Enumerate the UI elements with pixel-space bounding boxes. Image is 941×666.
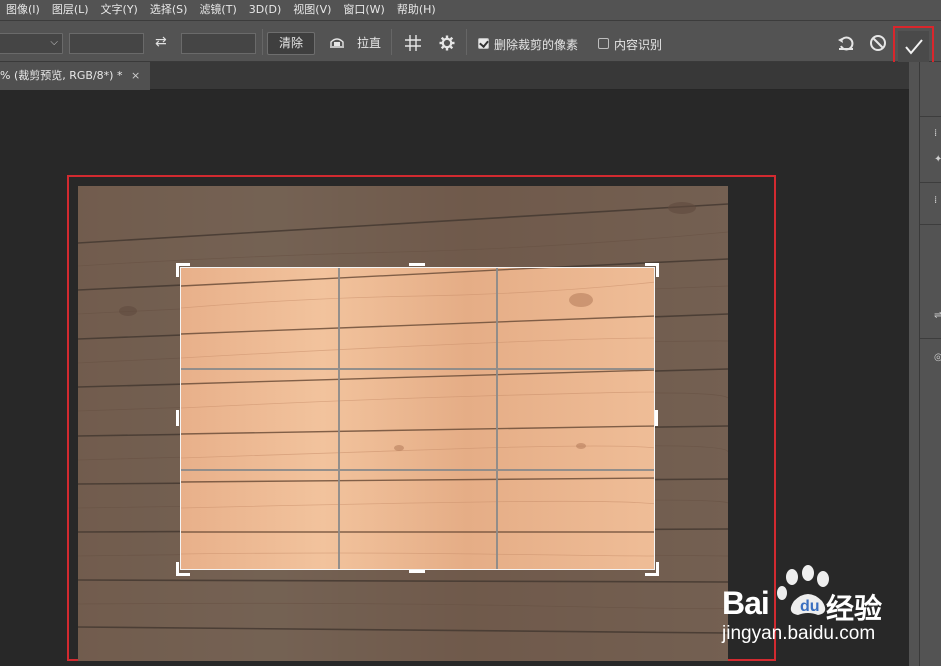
menu-help[interactable]: 帮助(H) [391, 0, 442, 20]
swap-dimensions-icon[interactable]: ⇄ [155, 34, 167, 50]
height-input[interactable] [181, 33, 256, 54]
crop-handle-bottom-right[interactable] [645, 562, 659, 576]
watermark-brand-right: 经验 [826, 592, 883, 625]
crop-preview-image [181, 268, 654, 569]
menu-select[interactable]: 选择(S) [144, 0, 194, 20]
menu-image[interactable]: 图像(I) [0, 0, 46, 20]
content-aware-label[interactable]: 内容识别 [614, 36, 662, 53]
commit-crop-button[interactable] [898, 31, 929, 62]
crop-handle-left[interactable] [176, 410, 179, 426]
menu-type[interactable]: 文字(Y) [95, 0, 144, 20]
width-input[interactable] [69, 33, 144, 54]
checkmark-icon [905, 39, 923, 55]
panel-grip-icon[interactable]: ⁞ [934, 128, 941, 140]
panel-divider [920, 338, 941, 339]
watermark-url: jingyan.baidu.com [722, 623, 876, 644]
straighten-label[interactable]: 拉直 [357, 34, 381, 51]
crop-handle-top[interactable] [409, 263, 425, 266]
crop-handle-bottom-left[interactable] [176, 562, 190, 576]
crop-options-bar: ⌵ ⇄ 清除 拉直 删除裁剪的像素 内容识别 [0, 20, 941, 67]
menu-layer[interactable]: 图层(L) [46, 0, 95, 20]
crop-selection-box[interactable] [180, 267, 655, 570]
grid-overlay-icon[interactable] [404, 34, 422, 52]
baidu-watermark: du Bai 经验 jingyan.baidu.com [722, 565, 941, 665]
straighten-icon[interactable] [328, 35, 346, 49]
panel-divider [920, 224, 941, 225]
document-tab-title: % (裁剪预览, RGB/8*) * [0, 69, 123, 82]
panel-divider [920, 116, 941, 117]
delete-cropped-pixels-label[interactable]: 删除裁剪的像素 [494, 36, 578, 53]
divider [466, 29, 467, 55]
divider [391, 29, 392, 55]
cancel-icon[interactable] [868, 33, 888, 53]
reset-icon[interactable] [836, 33, 856, 53]
menu-filter[interactable]: 滤镜(T) [193, 0, 242, 20]
svg-text:du: du [800, 598, 820, 615]
history-panel-icon[interactable]: ◎ [934, 352, 941, 364]
ratio-select[interactable]: ⌵ [0, 33, 63, 54]
divider [262, 29, 263, 55]
menu-window[interactable]: 窗口(W) [337, 0, 390, 20]
panel-grip-icon[interactable]: ⁞ [934, 195, 941, 207]
menu-view[interactable]: 视图(V) [287, 0, 337, 20]
clear-button[interactable]: 清除 [267, 32, 315, 55]
crop-handle-top-right[interactable] [645, 263, 659, 277]
commit-highlight [893, 26, 934, 67]
content-aware-checkbox[interactable] [598, 38, 609, 49]
watermark-brand-left: Bai [722, 585, 770, 621]
brush-panel-icon[interactable]: ✦ [934, 154, 941, 166]
gear-icon[interactable] [438, 34, 456, 52]
menu-bar: 图像(I) 图层(L) 文字(Y) 选择(S) 滤镜(T) 3D(D) 视图(V… [0, 0, 941, 20]
panel-divider [920, 182, 941, 183]
menu-3d[interactable]: 3D(D) [243, 0, 288, 20]
crop-handle-top-left[interactable] [176, 263, 190, 277]
document-tab-bar: % (裁剪预览, RGB/8*) * × [0, 62, 909, 90]
crop-handle-right[interactable] [655, 410, 658, 426]
chevron-down-icon: ⌵ [50, 37, 58, 48]
adjust-panel-icon[interactable]: ⇌ [934, 310, 941, 322]
document-tab[interactable]: % (裁剪预览, RGB/8*) * × [0, 62, 150, 90]
delete-cropped-pixels-checkbox[interactable] [478, 38, 489, 49]
close-icon[interactable]: × [131, 62, 140, 90]
crop-handle-bottom[interactable] [409, 570, 425, 573]
